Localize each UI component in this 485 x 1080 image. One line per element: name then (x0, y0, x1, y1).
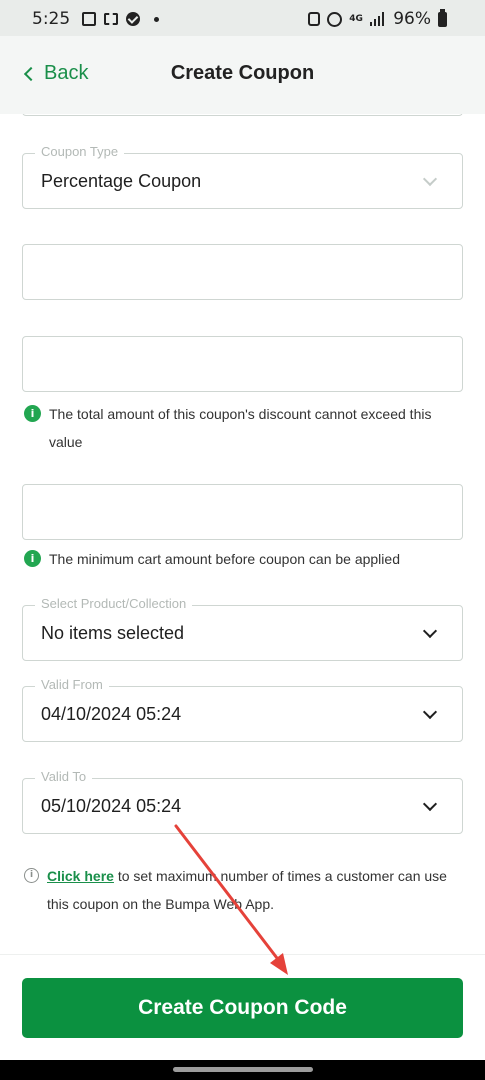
min-cart-input[interactable] (22, 484, 463, 540)
check-circle-icon (126, 12, 141, 26)
usage-limit-hint: i Click here to set maximum number of ti… (24, 862, 469, 918)
product-collection-label: Select Product/Collection (35, 596, 193, 611)
coupon-type-select[interactable]: Coupon Type Percentage Coupon (22, 144, 463, 209)
usage-limit-hint-text: Click here to set maximum number of time… (47, 862, 469, 918)
valid-from-label: Valid From (35, 677, 109, 692)
valid-to-value: 05/10/2024 05:24 (41, 796, 182, 816)
page-title: Create Coupon (170, 62, 315, 84)
max-discount-hint: i The total amount of this coupon's disc… (24, 400, 464, 456)
chevron-down-icon (422, 796, 438, 812)
status-time: 5:25 (32, 9, 71, 29)
click-here-link[interactable]: Click here (47, 868, 114, 884)
app-header: Back Create Coupon (0, 36, 485, 114)
image-icon (82, 12, 97, 26)
chevron-down-icon (422, 171, 438, 187)
valid-from-select[interactable]: Valid From 04/10/2024 05:24 (22, 677, 463, 742)
valid-from-value: 04/10/2024 05:24 (41, 704, 182, 724)
max-discount-hint-text: The total amount of this coupon's discou… (49, 406, 432, 450)
chevron-down-icon (422, 704, 438, 720)
status-bar: 5:25 4G 96% (0, 0, 485, 36)
min-cart-hint-text: The minimum cart amount before coupon ca… (49, 551, 400, 567)
info-icon: i (24, 550, 41, 567)
product-collection-value: No items selected (41, 623, 185, 643)
coupon-type-label: Coupon Type (35, 144, 125, 159)
valid-to-label: Valid To (35, 769, 93, 784)
coupon-type-value: Percentage Coupon (41, 171, 202, 191)
network-type: 4G (349, 13, 363, 24)
info-icon: i (24, 405, 41, 422)
sim-icon (308, 12, 321, 26)
max-discount-input[interactable] (22, 336, 463, 392)
hotspot-icon (327, 11, 343, 27)
create-coupon-code-button[interactable]: Create Coupon Code (22, 978, 463, 1038)
valid-to-select[interactable]: Valid To 05/10/2024 05:24 (22, 769, 463, 834)
bottom-action-bar: Create Coupon Code (0, 954, 485, 1060)
info-outline-icon: i (24, 868, 39, 883)
chevron-down-icon (422, 623, 438, 639)
signal-icon (370, 12, 386, 26)
home-gesture-handle[interactable] (173, 1067, 313, 1072)
min-cart-hint: i The minimum cart amount before coupon … (24, 545, 464, 573)
coupon-value-input[interactable] (22, 244, 463, 300)
battery-icon (438, 8, 447, 27)
screenshot-icon (104, 13, 119, 25)
product-collection-select[interactable]: Select Product/Collection No items selec… (22, 596, 463, 661)
battery-percent: 96% (393, 9, 431, 29)
dot-icon (154, 16, 160, 22)
system-navigation-bar (0, 1060, 485, 1080)
